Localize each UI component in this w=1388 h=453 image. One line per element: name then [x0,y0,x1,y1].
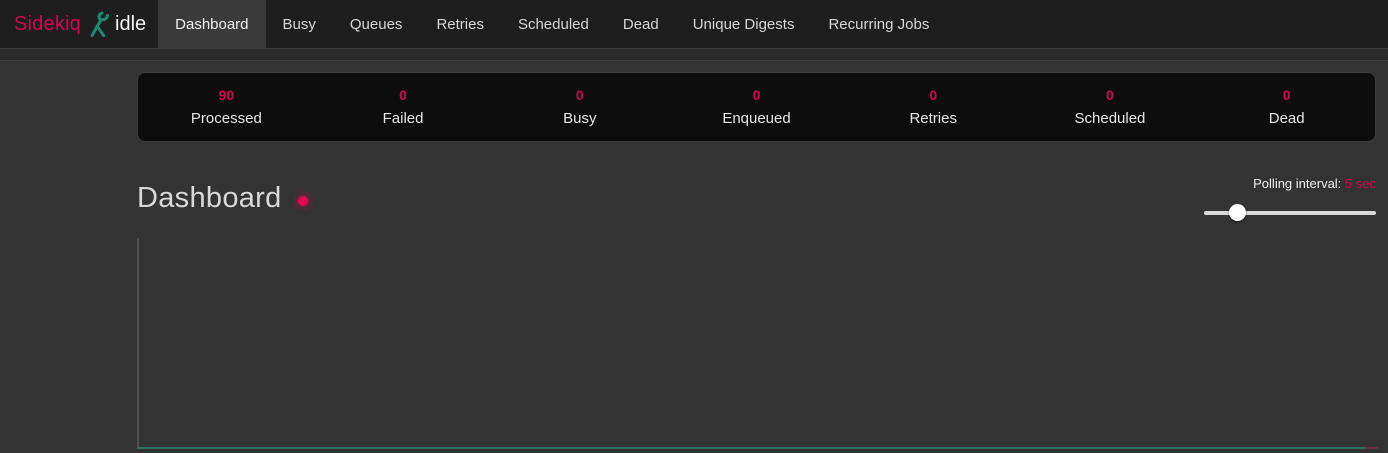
nav-item-label: Retries [436,16,484,33]
nav-item[interactable]: Unique Digests [676,0,812,48]
stat-label: Retries [909,111,957,126]
realtime-chart-panel [137,238,1376,449]
polling-interval-label: Polling interval: [1253,176,1341,191]
top-navbar: Sidekiq idle Dashboard Busy Queues Retri… [0,0,1388,48]
stat-cell[interactable]: 0 Scheduled [1022,73,1199,141]
nav-item[interactable]: Dead [606,0,676,48]
polling-interval-slider[interactable] [1204,204,1376,221]
polling-slider-thumb[interactable] [1229,204,1246,221]
nav-item[interactable]: Scheduled [501,0,606,48]
page-header: Dashboard Polling interval: 5 sec [137,182,1376,221]
chart-failed-line-tip [1365,447,1378,449]
nav-item-label: Dashboard [175,16,248,33]
stat-label: Scheduled [1075,111,1146,126]
brand-name: Sidekiq [14,13,81,36]
summary-stats-bar: 90 Processed 0 Failed 0 Busy 0 Enqueued … [137,72,1376,142]
stat-label: Failed [383,111,424,126]
stat-cell[interactable]: 0 Dead [1198,73,1375,141]
nav-item[interactable]: Dashboard [158,0,265,48]
status-beacon-dot-icon [298,196,308,206]
nav-item-label: Busy [283,16,316,33]
nav-item[interactable]: Recurring Jobs [811,0,946,48]
stat-value: 0 [753,88,761,102]
page-title-wrap: Dashboard [137,182,308,215]
nav-item[interactable]: Retries [419,0,501,48]
nav-item-label: Scheduled [518,16,589,33]
polling-interval-control: Polling interval: 5 sec [1204,176,1376,221]
stat-cell[interactable]: 0 Failed [315,73,492,141]
sidekiq-brand-link[interactable]: Sidekiq idle [0,0,158,48]
stat-cell[interactable]: 0 Retries [845,73,1022,141]
stat-label: Busy [563,111,596,126]
stat-value: 90 [219,88,235,102]
stat-label: Enqueued [722,111,790,126]
stat-value: 0 [576,88,584,102]
nav-item-label: Dead [623,16,659,33]
polling-interval-value: 5 sec [1345,176,1376,191]
nav-item-label: Recurring Jobs [828,16,929,33]
brand-status-text: idle [115,13,146,36]
main-content: 90 Processed 0 Failed 0 Busy 0 Enqueued … [137,72,1376,449]
stat-value: 0 [929,88,937,102]
page-title: Dashboard [137,182,282,215]
nav-item-label: Queues [350,16,403,33]
stat-label: Processed [191,111,262,126]
stat-value: 0 [1283,88,1291,102]
nav-item-label: Unique Digests [693,16,795,33]
navbar-bottom-strip [0,48,1388,61]
stat-cell[interactable]: 0 Enqueued [668,73,845,141]
stat-label: Dead [1269,111,1305,126]
nav-item[interactable]: Queues [333,0,420,48]
polling-interval-text: Polling interval: 5 sec [1204,176,1376,191]
nav-items: Dashboard Busy Queues Retries Scheduled … [158,0,946,48]
stat-cell[interactable]: 90 Processed [138,73,315,141]
stat-value: 0 [399,88,407,102]
stat-cell[interactable]: 0 Busy [491,73,668,141]
sidekiq-logo-icon [89,11,109,37]
nav-item[interactable]: Busy [266,0,333,48]
stat-value: 0 [1106,88,1114,102]
